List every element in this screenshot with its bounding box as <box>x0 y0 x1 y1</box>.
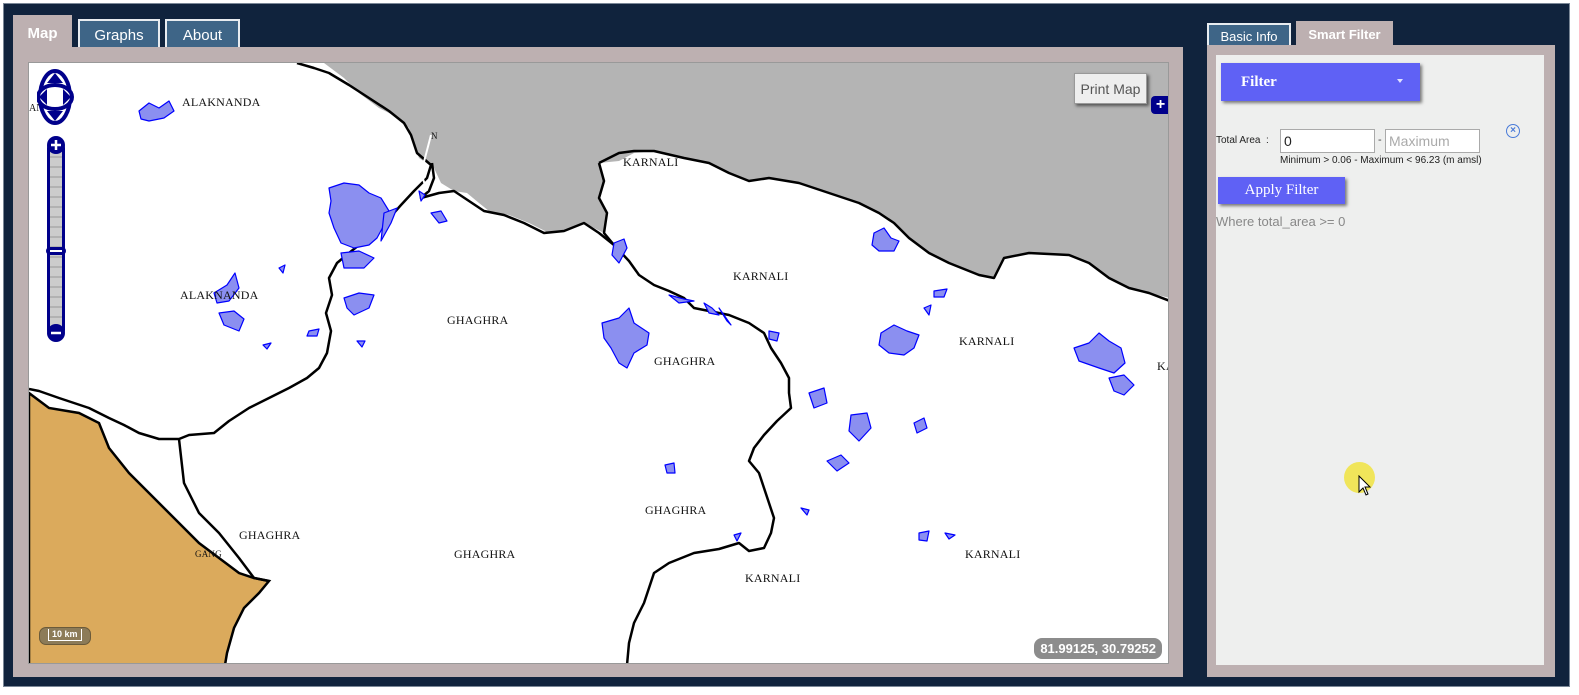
smart-filter-body <box>1216 55 1544 665</box>
pan-zoom-control[interactable] <box>37 69 77 349</box>
map-label: KARNALI <box>623 155 679 169</box>
range-separator: - <box>1378 134 1382 146</box>
map-viewport[interactable]: ALAKNANDA ALAKNANDA ANI N KARNALI KARNAL… <box>28 62 1169 664</box>
total-area-label: Total Area : <box>1216 135 1269 146</box>
map-label: KA <box>1157 359 1168 373</box>
map-label: ALAKNANDA <box>180 288 259 302</box>
tab-smart-filter[interactable]: Smart Filter <box>1296 21 1393 45</box>
map-label: KARNALI <box>745 571 801 585</box>
scale-label: 10 km <box>48 629 82 641</box>
map-label: GHAGHRA <box>454 547 516 561</box>
map-label: KARNALI <box>959 334 1015 348</box>
filter-dropdown-label: Filter <box>1241 74 1277 90</box>
caret-down-icon <box>1397 79 1403 83</box>
zoom-slider[interactable] <box>46 136 66 342</box>
tab-map[interactable]: Map <box>13 15 72 48</box>
clear-filter-icon[interactable]: × <box>1506 124 1520 138</box>
map-label: KARNALI <box>733 269 789 283</box>
map-label: GHAGHRA <box>239 528 301 542</box>
print-map-button[interactable]: Print Map <box>1074 73 1147 104</box>
range-hint: Minimum > 0.06 - Maximum < 96.23 (m amsl… <box>1280 155 1482 166</box>
map-label: GHAGHRA <box>447 313 509 327</box>
map-label: GHAGHRA <box>645 503 707 517</box>
pan-control[interactable] <box>37 69 74 125</box>
map-label: ALAKNANDA <box>182 95 261 109</box>
apply-filter-button[interactable]: Apply Filter <box>1218 177 1345 204</box>
scale-bar: 10 km <box>39 627 91 645</box>
mouse-pointer-icon <box>1358 475 1372 496</box>
map-label: GHAGHRA <box>654 354 716 368</box>
map-canvas <box>29 63 1168 663</box>
map-label: GANG <box>195 549 222 559</box>
boundary-alaknanda-north <box>29 63 433 441</box>
map-label: N <box>431 131 438 141</box>
filter-dropdown[interactable]: Filter <box>1221 63 1420 101</box>
tab-basic-info[interactable]: Basic Info <box>1207 23 1291 45</box>
minimum-area-input[interactable] <box>1280 129 1375 153</box>
mouse-coordinates: 81.99125, 30.79252 <box>1034 638 1162 659</box>
boundary-ghaghra-karnali <box>419 162 793 663</box>
maximum-area-input[interactable] <box>1385 129 1480 153</box>
map-label: KARNALI <box>965 547 1021 561</box>
tab-graphs[interactable]: Graphs <box>78 19 160 48</box>
layer-switcher-plus-icon[interactable]: + <box>1151 96 1168 114</box>
filter-query-text: Where total_area >= 0 <box>1216 214 1346 229</box>
tan-region <box>29 391 272 663</box>
tab-about[interactable]: About <box>165 19 240 48</box>
